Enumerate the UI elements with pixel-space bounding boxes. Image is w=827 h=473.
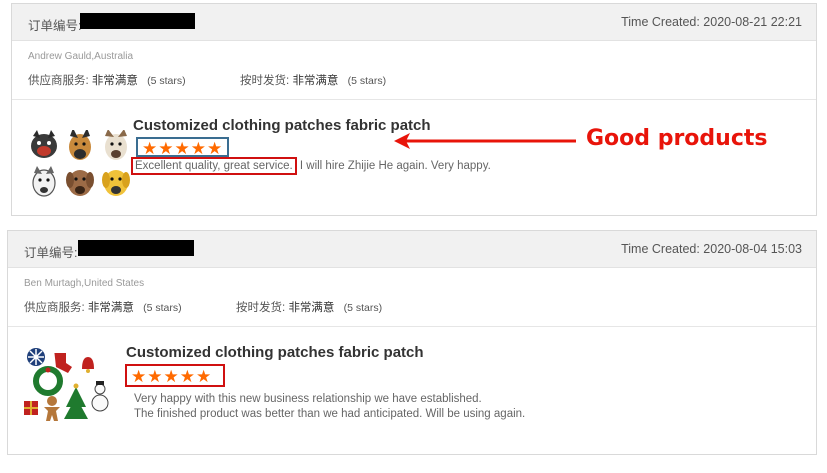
snowflake-patch-icon (27, 348, 45, 366)
review-card: 订单编号: Time Created: 2020-08-04 15:03 Ben… (7, 230, 817, 455)
dog-patch-icon (105, 130, 127, 160)
review-text-highlighted: Excellent quality, great service. (131, 157, 297, 175)
product-title[interactable]: Customized clothing patches fabric patch (126, 344, 424, 361)
product-star-rating: ★ ★ ★ ★ ★ (125, 364, 225, 387)
star-icon: ★ (147, 367, 163, 386)
annotation-label: Good products (586, 126, 768, 151)
annotation-arrow (394, 133, 576, 149)
shipping-value: 非常满意 (292, 75, 339, 87)
time-created: Time Created: 2020-08-21 22:21 (621, 15, 802, 29)
german-shepherd-patch-icon (69, 130, 91, 160)
star-icon: ★ (207, 139, 223, 158)
review-text-rest: I will hire Zhijie He again. Very happy. (299, 160, 491, 172)
labrador-patch-icon (66, 170, 94, 196)
supplier-service-label: 供应商服务: (24, 302, 85, 314)
shipping-value: 非常满意 (288, 302, 335, 314)
supplier-service-value: 非常满意 (87, 302, 134, 314)
husky-patch-icon (32, 166, 56, 197)
seller-ratings: 供应商服务: 非常满意 (5 stars) 按时发货: 非常满意 (5 star… (24, 299, 382, 315)
seller-ratings: 供应商服务: 非常满意 (5 stars) 按时发货: 非常满意 (5 star… (28, 72, 386, 88)
golden-retriever-patch-icon (102, 170, 130, 196)
product-title[interactable]: Customized clothing patches fabric patch (133, 117, 431, 134)
order-number-redacted (78, 240, 194, 256)
product-star-rating: ★ ★ ★ ★ ★ (136, 137, 229, 158)
product-thumbnails[interactable] (28, 130, 140, 200)
star-icon: ★ (163, 367, 179, 386)
order-number-label: 订单编号: (24, 246, 78, 260)
review-text-line1: Very happy with this new business relati… (134, 393, 482, 405)
buyer-name: Andrew Gauld,Australia (28, 51, 134, 62)
dog-patch-icon (31, 130, 57, 158)
shipping-label: 按时发货: (240, 75, 290, 87)
gift-patch-icon (24, 401, 38, 415)
bell-patch-icon (82, 357, 94, 373)
review-card: 订单编号: Time Created: 2020-08-21 22:21 And… (11, 3, 817, 216)
buyer-info: Andrew Gauld,Australia 供应商服务: 非常满意 (5 st… (12, 41, 816, 100)
supplier-service-stars: (5 stars) (143, 302, 182, 314)
star-icon: ★ (131, 367, 147, 386)
star-icon: ★ (190, 139, 206, 158)
supplier-service-label: 供应商服务: (28, 75, 89, 87)
order-number-label: 订单编号: (28, 19, 82, 33)
review-text: Excellent quality, great service. I will… (131, 157, 491, 175)
supplier-service-stars: (5 stars) (147, 75, 186, 87)
time-created: Time Created: 2020-08-04 15:03 (621, 242, 802, 256)
shipping-stars: (5 stars) (343, 302, 383, 314)
star-icon: ★ (179, 367, 195, 386)
shipping-stars: (5 stars) (347, 75, 387, 87)
order-number-redacted (80, 13, 195, 29)
star-icon: ★ (196, 367, 212, 386)
star-icon: ★ (142, 139, 158, 158)
star-icon: ★ (174, 139, 190, 158)
product-thumbnails[interactable] (24, 347, 114, 423)
tree-patch-icon (64, 383, 88, 419)
shipping-label: 按时发货: (236, 302, 286, 314)
star-icon: ★ (158, 139, 174, 158)
supplier-service-value: 非常满意 (91, 75, 138, 87)
snowman-patch-icon (91, 381, 109, 412)
review-text-line2: The finished product was better than we … (134, 408, 526, 420)
wreath-patch-icon (33, 366, 63, 396)
buyer-name: Ben Murtagh,United States (24, 278, 145, 289)
review-header: 订单编号: Time Created: 2020-08-04 15:03 (8, 231, 816, 268)
buyer-info: Ben Murtagh,United States 供应商服务: 非常满意 (5… (8, 268, 816, 327)
gingerbread-patch-icon (44, 396, 60, 421)
review-header: 订单编号: Time Created: 2020-08-21 22:21 (12, 4, 816, 41)
